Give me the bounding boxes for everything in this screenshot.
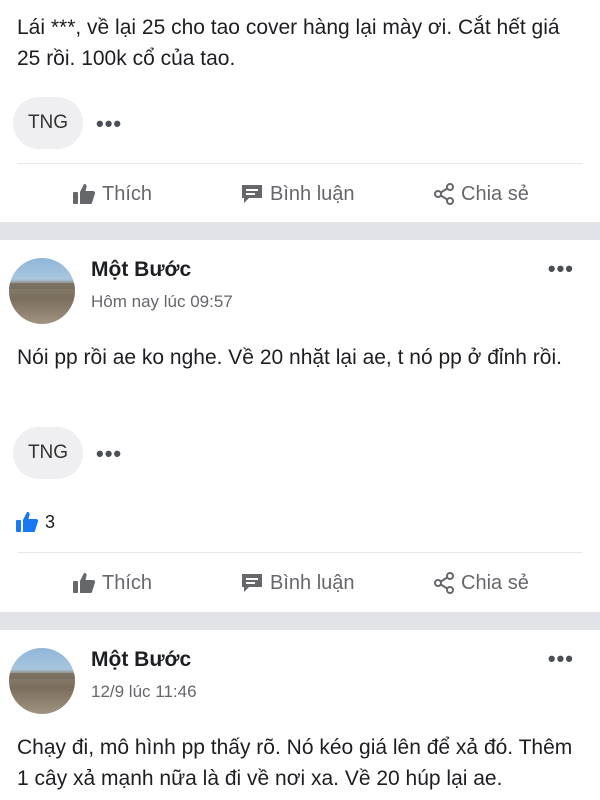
share-label: Chia sẻ — [461, 182, 529, 205]
share-icon — [434, 183, 454, 205]
avatar[interactable] — [9, 258, 75, 324]
post-1: Lái ***, về lại 25 cho tao cover hàng lạ… — [0, 0, 600, 222]
post-text: Chạy đi, mô hình pp thấy rõ. Nó kéo giá … — [17, 736, 573, 790]
share-icon — [434, 572, 454, 594]
reaction-summary[interactable]: 3 — [15, 509, 55, 535]
thumbs-up-icon — [73, 573, 96, 593]
thumbs-up-icon — [73, 184, 96, 204]
tag-chip[interactable]: TNG — [13, 427, 83, 479]
comment-label: Bình luận — [270, 182, 355, 205]
action-bar: Thích Bình luận Chia sẻ — [0, 174, 600, 214]
like-button[interactable]: Thích — [72, 563, 152, 603]
like-label: Thích — [102, 182, 153, 205]
avatar[interactable] — [9, 648, 75, 714]
post-2: Một Bước Hôm nay lúc 09:57 ••• Nói pp rồ… — [0, 240, 600, 612]
post-text: Lái ***, về lại 25 cho tao cover hàng lạ… — [17, 16, 560, 70]
share-button[interactable]: Chia sẻ — [433, 563, 529, 603]
more-icon[interactable]: ••• — [96, 113, 122, 135]
post-separator — [0, 222, 600, 240]
author-name[interactable]: Một Bước — [91, 648, 191, 672]
like-label: Thích — [102, 571, 153, 594]
post-time[interactable]: 12/9 lúc 11:46 — [91, 682, 197, 702]
post-time[interactable]: Hôm nay lúc 09:57 — [91, 292, 233, 312]
comment-button[interactable]: Bình luận — [240, 174, 355, 214]
comment-icon — [242, 185, 262, 203]
comment-button[interactable]: Bình luận — [240, 563, 355, 603]
comment-label: Bình luận — [270, 571, 355, 594]
author-name[interactable]: Một Bước — [91, 258, 191, 282]
post-separator — [0, 612, 600, 630]
divider — [17, 163, 583, 164]
comment-icon — [242, 574, 262, 592]
post-3: Một Bước 12/9 lúc 11:46 ••• Chạy đi, mô … — [0, 630, 600, 800]
more-icon[interactable]: ••• — [96, 443, 122, 465]
post-text: Nói pp rồi ae ko nghe. Về 20 nhặt lại ae… — [17, 346, 562, 369]
thumbs-up-icon — [16, 512, 39, 532]
like-button[interactable]: Thích — [72, 174, 152, 214]
share-button[interactable]: Chia sẻ — [433, 174, 529, 214]
divider — [17, 552, 583, 553]
share-label: Chia sẻ — [461, 571, 529, 594]
more-icon[interactable]: ••• — [548, 648, 574, 670]
tag-chip[interactable]: TNG — [13, 97, 83, 149]
action-bar: Thích Bình luận Chia sẻ — [0, 563, 600, 603]
like-count: 3 — [45, 511, 56, 532]
more-icon[interactable]: ••• — [548, 258, 574, 280]
post-header: Một Bước Hôm nay lúc 09:57 ••• — [0, 258, 600, 328]
post-header: Một Bước 12/9 lúc 11:46 ••• — [0, 648, 600, 718]
